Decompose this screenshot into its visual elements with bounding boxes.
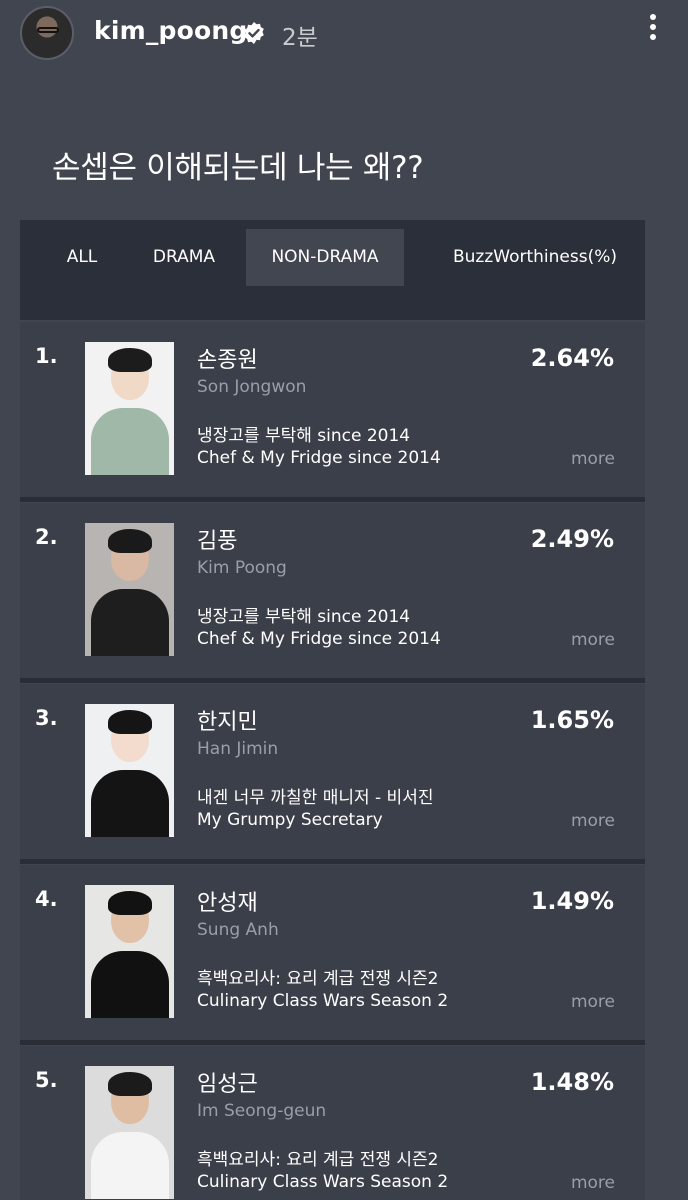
row-divider: [20, 1040, 645, 1045]
rank-number: 1.: [35, 344, 58, 368]
rank-number: 5.: [35, 1068, 58, 1092]
buzz-percentage: 1.48%: [530, 1068, 614, 1096]
work-title-korean: 흑백요리사: 요리 계급 전쟁 시즌2: [197, 1150, 439, 1170]
person-name-korean: 한지민: [197, 710, 258, 735]
buzz-percentage: 2.64%: [530, 344, 614, 372]
more-link[interactable]: more: [571, 630, 615, 650]
more-link[interactable]: more: [571, 811, 615, 831]
person-name-korean: 안성재: [197, 891, 258, 916]
person-photo: [85, 885, 174, 1018]
more-link[interactable]: more: [571, 1173, 615, 1193]
work-title-korean: 흑백요리사: 요리 계급 전쟁 시즌2: [197, 969, 439, 989]
tab-all[interactable]: ALL: [48, 229, 116, 286]
rank-number: 4.: [35, 887, 58, 911]
username[interactable]: kim_poong: [94, 16, 248, 45]
person-name-english: Han Jimin: [197, 739, 279, 759]
work-title-english: Chef & My Fridge since 2014: [197, 448, 441, 468]
post-header: kim_poong 2분: [0, 0, 688, 66]
more-link[interactable]: more: [571, 449, 615, 469]
person-name-english: Im Seong-geun: [197, 1101, 327, 1121]
work-title-english: Chef & My Fridge since 2014: [197, 629, 441, 649]
post-time: 2분: [282, 25, 318, 51]
ranking-row[interactable]: 2. 김풍 Kim Poong 냉장고를 부탁해 since 2014 Chef…: [20, 503, 645, 678]
person-photo: [85, 342, 174, 475]
post-caption: 손셉은 이해되는데 나는 왜??: [52, 150, 424, 186]
ranking-tabs: ALL DRAMA NON-DRAMA BuzzWorthiness(%): [20, 220, 645, 320]
avatar[interactable]: [20, 6, 74, 60]
ranking-row[interactable]: 4. 안성재 Sung Anh 흑백요리사: 요리 계급 전쟁 시즌2 Culi…: [20, 865, 645, 1040]
ranking-row[interactable]: 3. 한지민 Han Jimin 내겐 너무 까칠한 매니저 - 비서진 My …: [20, 684, 645, 859]
work-title-english: Culinary Class Wars Season 2: [197, 991, 449, 1011]
work-title-korean: 내겐 너무 까칠한 매니저 - 비서진: [197, 788, 434, 808]
person-name-korean: 손종원: [197, 348, 258, 373]
tab-non-drama[interactable]: NON-DRAMA: [246, 229, 404, 286]
tab-buzzworthiness[interactable]: BuzzWorthiness(%): [440, 229, 630, 286]
work-title-korean: 냉장고를 부탁해 since 2014: [197, 607, 411, 627]
row-divider: [20, 859, 645, 864]
ranking-row[interactable]: 5. 임성근 Im Seong-geun 흑백요리사: 요리 계급 전쟁 시즌2…: [20, 1046, 645, 1200]
ranking-row[interactable]: 1. 손종원 Son Jongwon 냉장고를 부탁해 since 2014 C…: [20, 322, 645, 497]
person-name-english: Son Jongwon: [197, 377, 307, 397]
person-name-korean: 임성근: [197, 1072, 258, 1097]
work-title-english: My Grumpy Secretary: [197, 810, 383, 830]
rank-number: 2.: [35, 525, 58, 549]
buzz-percentage: 1.65%: [530, 706, 614, 734]
row-divider: [20, 497, 645, 502]
verified-badge-icon: [244, 22, 264, 44]
work-title-korean: 냉장고를 부탁해 since 2014: [197, 426, 411, 446]
more-link[interactable]: more: [571, 992, 615, 1012]
tab-drama[interactable]: DRAMA: [138, 229, 230, 286]
person-photo: [85, 1066, 174, 1199]
buzz-percentage: 2.49%: [530, 525, 614, 553]
work-title-english: Culinary Class Wars Season 2: [197, 1172, 449, 1192]
more-options-icon[interactable]: [646, 14, 660, 48]
row-divider: [20, 678, 645, 683]
person-name-english: Sung Anh: [197, 920, 279, 940]
person-photo: [85, 704, 174, 837]
rank-number: 3.: [35, 706, 58, 730]
person-name-korean: 김풍: [197, 529, 238, 554]
buzz-percentage: 1.49%: [530, 887, 614, 915]
person-photo: [85, 523, 174, 656]
person-name-english: Kim Poong: [197, 558, 287, 578]
